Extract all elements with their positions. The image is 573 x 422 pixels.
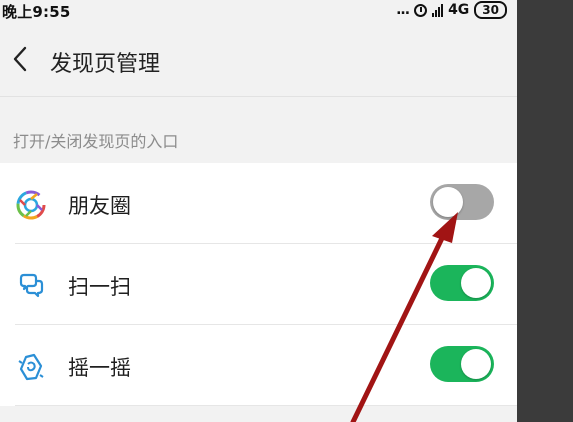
alarm-icon [414,3,428,17]
status-indicators: ... 4G 30 [396,0,507,20]
phone-screen: 晚上9:55 ... 4G 30 发现页管理 打开/关闭发现页的入口 朋友圈 扫… [0,0,517,422]
screenshot-stage: 晚上9:55 ... 4G 30 发现页管理 打开/关闭发现页的入口 朋友圈 扫… [0,0,573,422]
notification-dots: ... [396,2,410,18]
shake-toggle[interactable] [430,346,494,382]
list-item-moments: 朋友圈 [0,163,517,244]
divider [15,405,517,406]
status-bar: 晚上9:55 ... 4G 30 [0,0,517,22]
shake-label: 摇一摇 [68,356,131,380]
page-header: 发现页管理 [0,22,517,97]
moments-toggle[interactable] [430,184,494,220]
scan-toggle[interactable] [430,265,494,301]
shake-icon [18,353,44,381]
moments-label: 朋友圈 [68,194,131,218]
toggle-knob [461,268,491,298]
scan-label: 扫一扫 [68,275,131,299]
entry-list: 朋友圈 扫一扫 摇一摇 [0,163,517,406]
chevron-left-icon [13,46,27,72]
back-button[interactable] [8,44,34,74]
background-panel [517,0,573,422]
toggle-knob [433,187,463,217]
signal-icon [432,3,444,17]
scan-icon [19,273,44,298]
network-type: 4G [448,2,470,18]
moments-icon [16,190,46,220]
battery-icon: 30 [474,1,507,19]
toggle-knob [461,349,491,379]
list-item-shake: 摇一摇 [0,325,517,406]
status-time: 晚上9:55 [2,3,71,21]
list-item-scan: 扫一扫 [0,244,517,325]
section-label: 打开/关闭发现页的入口 [13,132,179,151]
page-title: 发现页管理 [50,52,161,77]
